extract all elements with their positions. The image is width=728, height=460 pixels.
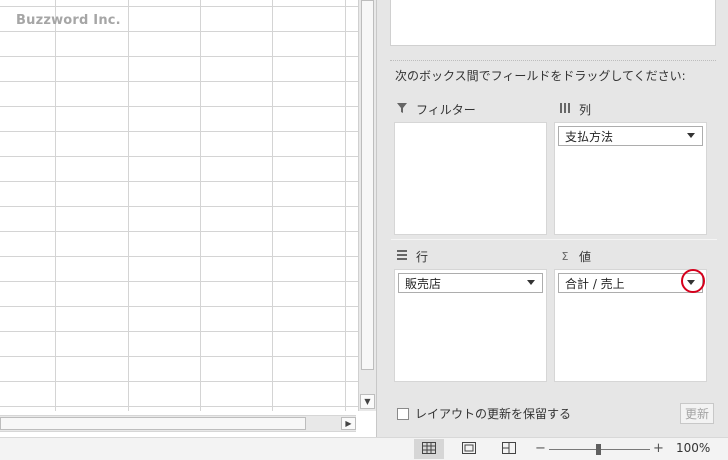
sigma-icon: Σ xyxy=(561,250,569,263)
row-line xyxy=(0,81,358,82)
rows-area-title: 行 xyxy=(396,248,428,265)
values-drop-area[interactable]: 合計 / 売上 xyxy=(554,269,707,382)
defer-update-checkbox[interactable] xyxy=(397,407,409,420)
row-line xyxy=(0,131,358,132)
normal-view-icon xyxy=(422,441,436,457)
row-line xyxy=(0,356,358,357)
normal-view-button[interactable] xyxy=(414,439,444,459)
chevron-down-icon[interactable] xyxy=(687,133,695,138)
horizontal-scrollbar[interactable]: ▶ xyxy=(0,415,356,432)
rows-drop-area[interactable]: 販売店 xyxy=(394,269,547,382)
page-break-preview-button[interactable] xyxy=(494,439,524,459)
filter-icon xyxy=(396,103,408,116)
values-field-label: 合計 / 売上 xyxy=(565,276,625,291)
column-line xyxy=(272,0,273,411)
row-line xyxy=(0,56,358,57)
vertical-scrollbar[interactable]: ▼ xyxy=(358,0,376,411)
scroll-right-arrow-icon[interactable]: ▶ xyxy=(341,417,356,430)
columns-field-chip[interactable]: 支払方法 xyxy=(558,126,703,146)
columns-field-label: 支払方法 xyxy=(565,129,614,144)
horizontal-scroll-row: ▶ xyxy=(0,411,376,437)
drag-instruction: 次のボックス間でフィールドをドラッグしてください: xyxy=(395,69,686,83)
vertical-scroll-thumb[interactable] xyxy=(361,0,374,370)
page-layout-view-button[interactable] xyxy=(454,439,484,459)
column-line xyxy=(200,0,201,411)
watermark-text: Buzzword Inc. xyxy=(16,13,121,28)
page-break-preview-icon xyxy=(502,441,516,457)
zoom-slider-thumb[interactable] xyxy=(596,444,601,455)
row-line xyxy=(0,281,358,282)
row-line xyxy=(0,106,358,107)
columns-icon xyxy=(559,103,571,116)
column-line xyxy=(128,0,129,411)
values-area-title: Σ 値 xyxy=(559,248,592,265)
update-button[interactable]: 更新 xyxy=(680,403,714,424)
columns-area-label: 列 xyxy=(579,103,592,117)
row-line xyxy=(0,6,358,7)
columns-drop-area[interactable]: 支払方法 xyxy=(554,122,707,235)
row-line xyxy=(0,306,358,307)
values-field-chip[interactable]: 合計 / 売上 xyxy=(558,269,705,293)
row-line xyxy=(0,181,358,182)
zoom-out-button[interactable]: − xyxy=(535,441,546,456)
column-line xyxy=(55,0,56,411)
worksheet-grid[interactable]: Buzzword Inc. xyxy=(0,0,358,411)
zoom-in-button[interactable]: + xyxy=(653,441,664,456)
chevron-down-icon[interactable] xyxy=(687,280,695,285)
row-line xyxy=(0,231,358,232)
defer-update-label: レイアウトの更新を保留する xyxy=(415,407,572,421)
pane-divider xyxy=(390,60,716,61)
pivot-fields-pane: 次のボックス間でフィールドをドラッグしてください: フィルター 列 支払方法 行… xyxy=(376,0,728,437)
row-line xyxy=(0,31,358,32)
rows-icon xyxy=(396,250,408,263)
defer-layout-update[interactable]: レイアウトの更新を保留する xyxy=(397,405,571,422)
chevron-down-icon[interactable] xyxy=(527,280,535,285)
row-line xyxy=(0,331,358,332)
page-layout-icon xyxy=(462,441,476,457)
row-line xyxy=(0,256,358,257)
area-divider xyxy=(391,239,717,240)
status-bar: − + 100% xyxy=(0,437,728,460)
filter-drop-area[interactable] xyxy=(394,122,547,235)
rows-field-label: 販売店 xyxy=(405,276,442,291)
scroll-down-arrow-icon[interactable]: ▼ xyxy=(360,394,375,409)
row-line xyxy=(0,406,358,407)
rows-area-label: 行 xyxy=(416,250,429,264)
row-line xyxy=(0,381,358,382)
row-line xyxy=(0,156,358,157)
filter-area-label: フィルター xyxy=(416,103,476,117)
horizontal-scroll-thumb[interactable] xyxy=(0,417,306,430)
columns-area-title: 列 xyxy=(559,101,591,118)
field-list-box[interactable] xyxy=(390,0,716,46)
row-line xyxy=(0,206,358,207)
values-area-label: 値 xyxy=(579,250,592,264)
column-line xyxy=(345,0,346,411)
filter-area-title: フィルター xyxy=(396,101,476,118)
zoom-level[interactable]: 100% xyxy=(676,441,710,455)
rows-field-chip[interactable]: 販売店 xyxy=(398,273,543,293)
